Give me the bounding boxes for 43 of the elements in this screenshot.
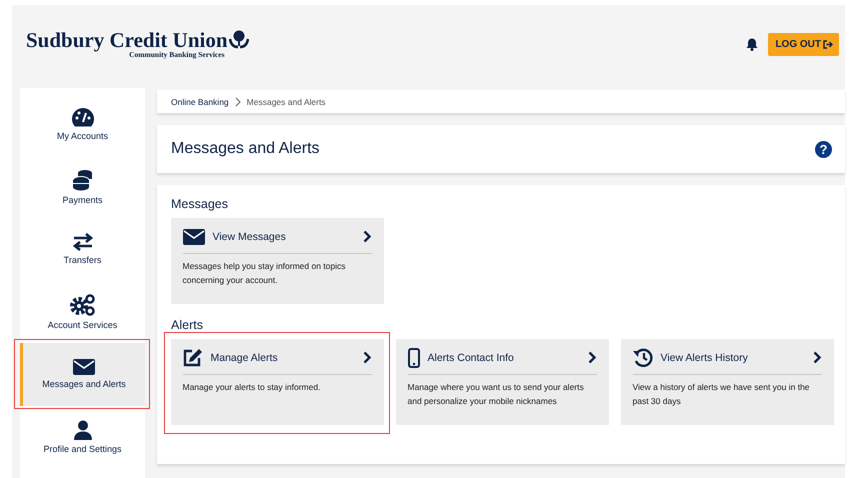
chevron-right-icon <box>812 351 822 364</box>
logo-icon <box>228 30 249 50</box>
card-description: View a history of alerts we have sent you in the past 30 days <box>632 380 811 408</box>
card-title: Alerts Contact Info <box>428 352 515 364</box>
breadcrumb-link[interactable]: Online Banking <box>171 96 229 106</box>
help-button[interactable]: ? <box>815 140 832 158</box>
page-title: Messages and Alerts <box>171 140 320 158</box>
logout-icon <box>823 40 833 48</box>
history-icon <box>632 348 652 367</box>
breadcrumb-link[interactable]: Messages and Alerts <box>246 96 326 106</box>
link-card[interactable]: View Messages Messages help you stay informed on topics concerning your account. <box>170 218 384 304</box>
card-description: Manage where you want us to send your alerts and personalize your mobile nicknames <box>408 380 585 408</box>
gears-icon <box>70 294 96 316</box>
section-heading: Alerts <box>171 318 204 332</box>
bell-icon[interactable] <box>746 38 758 50</box>
gauge-icon <box>70 107 94 128</box>
person-icon <box>72 420 92 440</box>
sidebar-item[interactable]: Account Services <box>20 280 145 343</box>
section-heading: Messages <box>171 197 229 211</box>
chevron-right-icon <box>362 351 372 364</box>
chevron-right-icon <box>588 351 596 364</box>
logo-name: Sudbury Credit Union <box>26 30 228 50</box>
chevron-right-icon <box>362 230 372 243</box>
sidebar-item[interactable]: My Accounts <box>20 93 145 156</box>
chevron-right-icon <box>234 96 241 106</box>
card-description: Manage your alerts to stay informed. <box>182 380 322 394</box>
envelope-icon <box>73 359 95 376</box>
edit-icon <box>182 348 202 367</box>
sidebar-item[interactable]: Profile and Settings <box>20 406 145 468</box>
logout-button[interactable]: LOG OUT <box>768 32 839 56</box>
phone-icon <box>408 348 420 368</box>
card-title: View Alerts History <box>660 352 749 364</box>
card-title: Manage Alerts <box>210 352 279 364</box>
sidebar-item[interactable]: Transfers <box>20 218 145 280</box>
coins-icon <box>72 168 94 191</box>
transfer-arrows-icon <box>72 233 94 252</box>
link-card[interactable]: Manage Alerts Manage your alerts to stay informed. <box>170 338 384 424</box>
sidebar-item[interactable]: Payments <box>20 156 145 218</box>
envelope-icon <box>182 228 204 244</box>
link-card[interactable]: View Alerts History View a history of alerts we have sent you in the past 30 days <box>620 338 834 424</box>
card-description: Messages help you stay informed on topics concerning your account. <box>182 260 347 286</box>
card-title: View Messages <box>212 230 287 242</box>
link-card[interactable]: Alerts Contact Info Manage where you want us to send your alerts and personalize your mobile nicknames <box>396 338 608 424</box>
